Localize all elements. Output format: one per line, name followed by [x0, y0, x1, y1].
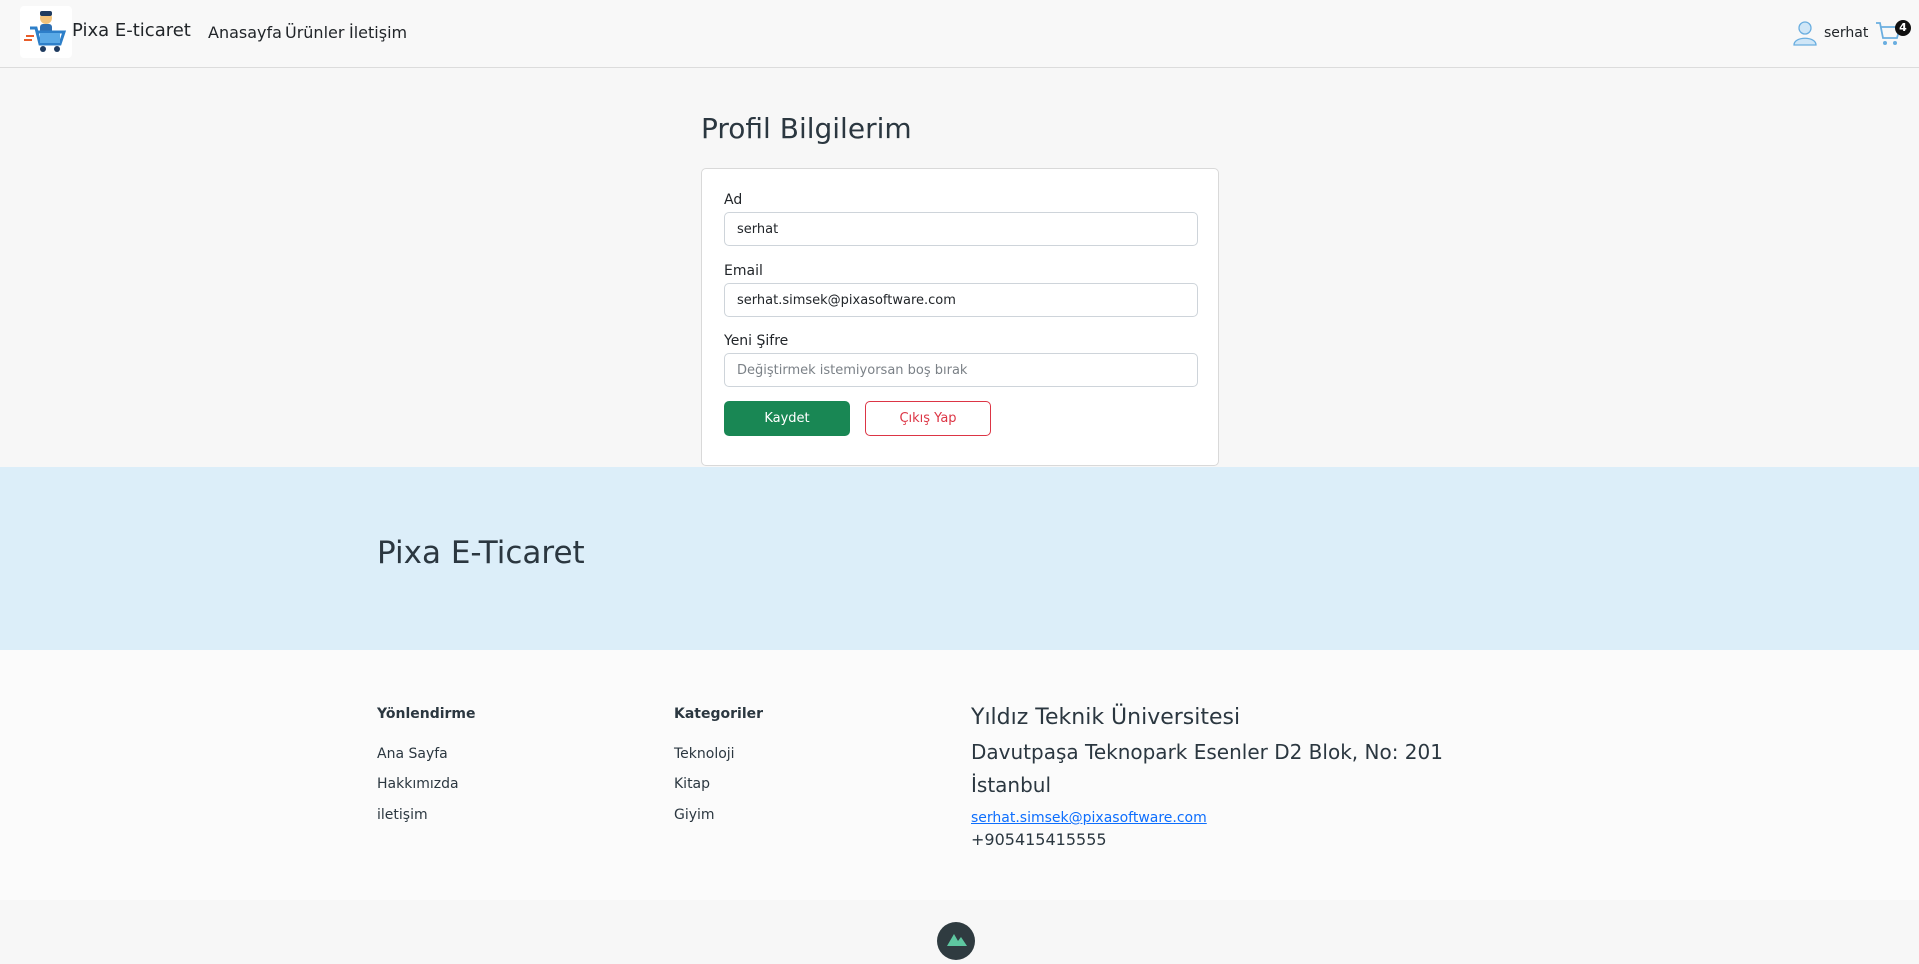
footer-link-home[interactable]: Ana Sayfa — [377, 746, 448, 762]
nav-contact[interactable]: İletişim — [349, 23, 407, 42]
email-field[interactable] — [724, 283, 1198, 317]
password-label: Yeni Şifre — [724, 333, 789, 349]
logout-button[interactable]: Çıkış Yap — [865, 401, 991, 436]
footer: Yönlendirme Ana Sayfa Hakkımızda iletişi… — [0, 650, 1919, 900]
address-line-3: İstanbul — [971, 773, 1052, 797]
logo-icon[interactable] — [20, 6, 72, 58]
footer-categories-heading: Kategoriler — [674, 706, 764, 722]
brand-name[interactable]: Pixa E-ticaret — [72, 20, 191, 41]
save-button[interactable]: Kaydet — [724, 401, 850, 436]
profile-card: Ad Email Yeni Şifre Kaydet Çıkış Yap — [701, 168, 1219, 466]
cart-count-badge: 4 — [1895, 20, 1911, 36]
footer-link-clothing[interactable]: Giyim — [674, 807, 715, 823]
address-line-1: Yıldız Teknik Üniversitesi — [971, 705, 1241, 730]
address-line-2: Davutpaşa Teknopark Esenler D2 Blok, No:… — [971, 740, 1443, 764]
nav-products[interactable]: Ürünler — [285, 23, 344, 42]
footer-banner: Pixa E-Ticaret — [0, 467, 1919, 650]
top-navbar: Pixa E-ticaret Anasayfa Ürünler İletişim… — [0, 0, 1919, 68]
user-name: serhat — [1824, 25, 1869, 41]
cart-button[interactable]: 4 — [1874, 18, 1911, 50]
footer-link-about[interactable]: Hakkımızda — [377, 776, 459, 792]
bottom-logo-icon — [937, 922, 975, 960]
footer-link-technology[interactable]: Teknoloji — [674, 746, 735, 762]
page-title: Profil Bilgilerim — [701, 112, 912, 145]
banner-title: Pixa E-Ticaret — [377, 535, 585, 571]
footer-nav-heading: Yönlendirme — [377, 706, 476, 722]
footer-link-contact[interactable]: iletişim — [377, 807, 428, 823]
name-label: Ad — [724, 192, 743, 208]
new-password-field[interactable] — [724, 353, 1198, 387]
email-label: Email — [724, 263, 763, 279]
name-field[interactable] — [724, 212, 1198, 246]
footer-link-books[interactable]: Kitap — [674, 776, 710, 792]
user-icon — [1793, 20, 1817, 46]
footer-email-link[interactable]: serhat.simsek@pixasoftware.com — [971, 810, 1207, 826]
footer-phone: +905415415555 — [971, 830, 1107, 849]
nav-home[interactable]: Anasayfa — [208, 23, 282, 42]
